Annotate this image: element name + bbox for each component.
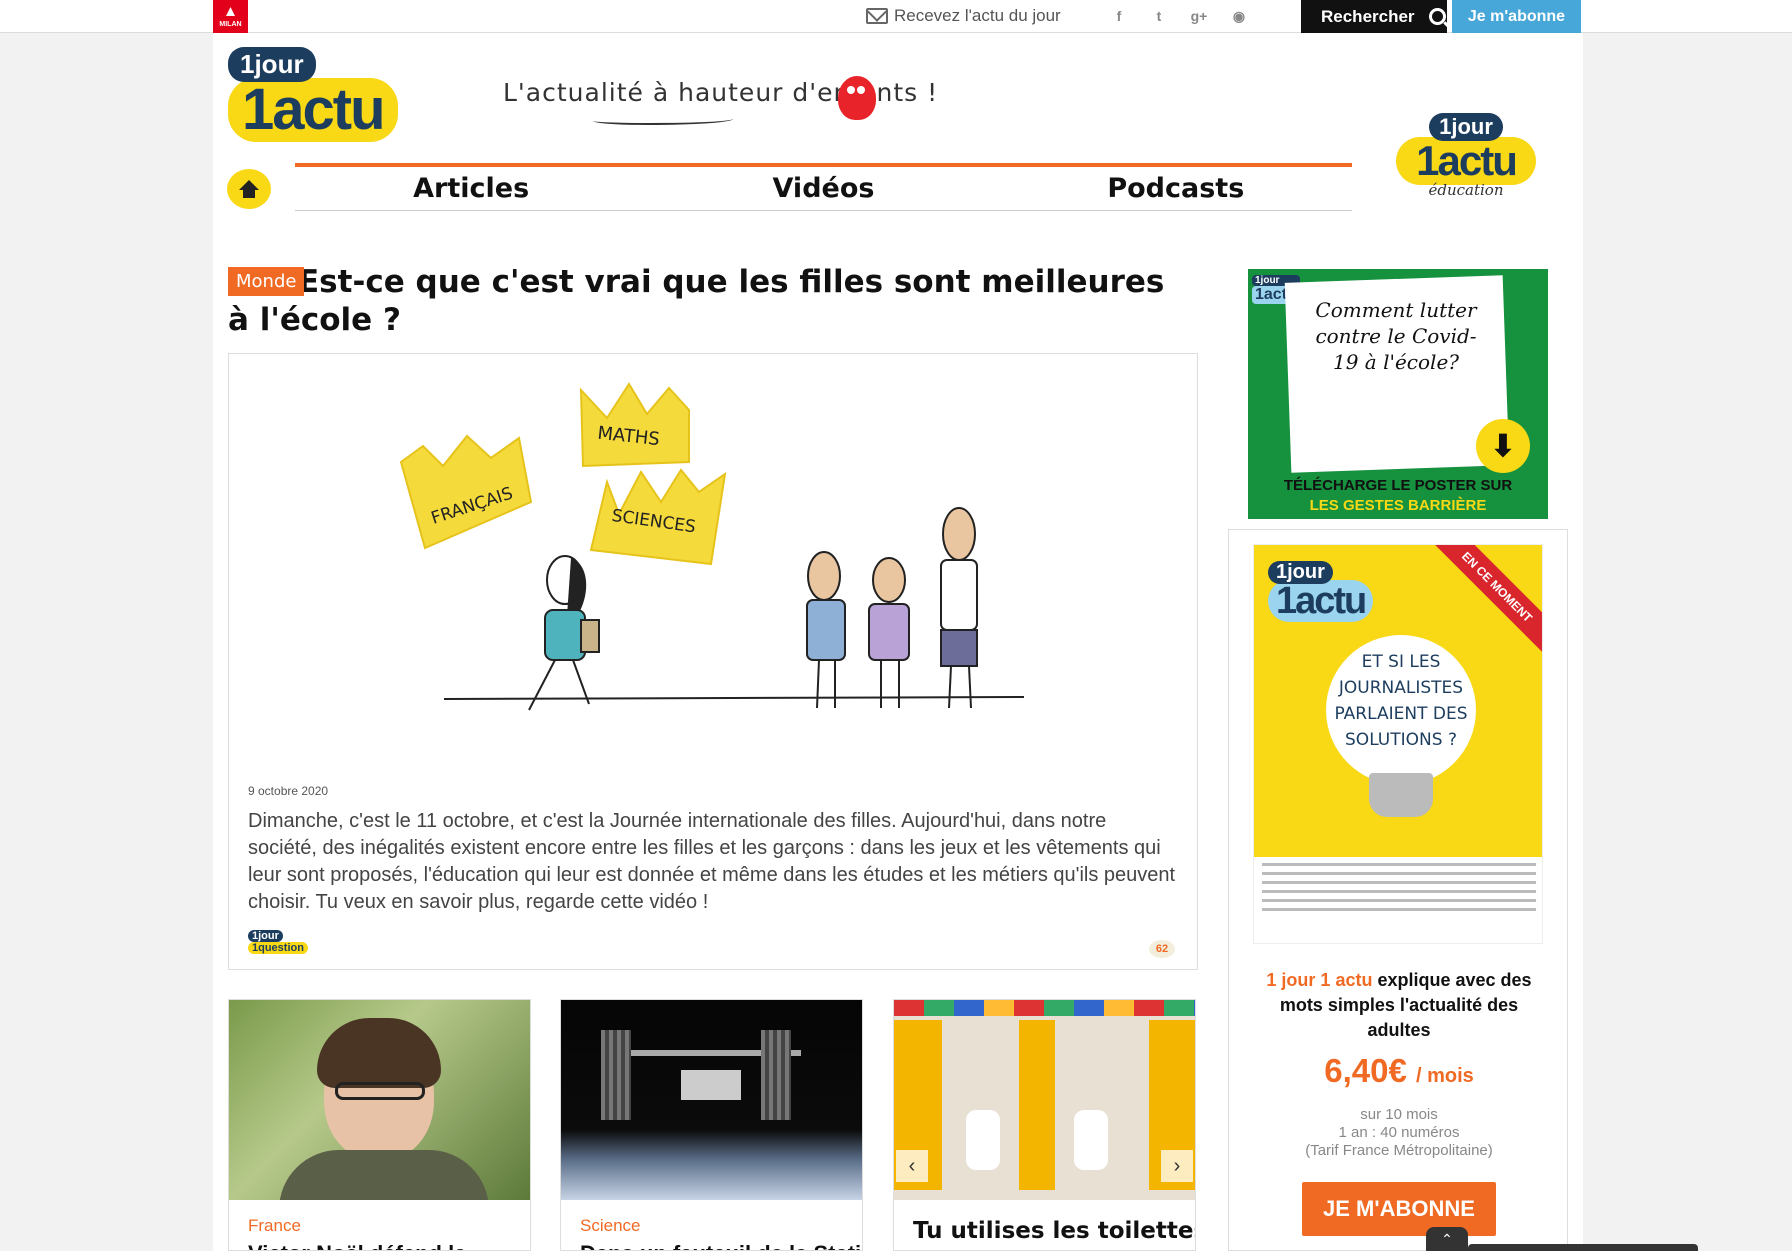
education-logo[interactable]: 1jour 1actu éducation <box>1396 113 1536 199</box>
nav-articles[interactable]: Articles <box>295 167 647 210</box>
category-tag[interactable]: Monde <box>228 267 305 296</box>
rss-icon[interactable]: ◉ <box>1230 6 1248 26</box>
featured-article-card[interactable]: FRANÇAIS MATHS SCIENCES 9 octobre 2020 D… <box>228 353 1198 970</box>
comment-count[interactable]: 62 <box>1149 940 1175 958</box>
milan-logo[interactable]: MILAN <box>213 0 248 33</box>
tagline-underline <box>593 115 733 125</box>
crown-sciences: SCIENCES <box>589 468 727 566</box>
main-container: 1jour 1actu L'actualité à hauteur d'enfa… <box>213 33 1583 1251</box>
home-icon <box>239 180 259 198</box>
cover-logo-1actu: 1actu <box>1268 580 1374 622</box>
price-value: 6,40€ <box>1324 1052 1407 1089</box>
social-links: f t g+ ◉ <box>1110 6 1248 26</box>
price-note-line2: 1 an : 40 numéros <box>1338 1124 1460 1141</box>
thumbnail-title-2[interactable]: Dans un fauteuil de la Station <box>580 1241 862 1250</box>
en-ce-moment-ribbon: EN CE MOMENT <box>1426 545 1542 658</box>
cover-small-text <box>1254 857 1542 943</box>
search-label: Rechercher <box>1321 6 1415 26</box>
price: 6,40€ / mois <box>1229 1052 1569 1090</box>
thumbnail-card-2[interactable]: Science Dans un fauteuil de la Station <box>560 999 863 1251</box>
lightbulb-base <box>1369 773 1433 817</box>
thumbnail-image-3: ‹ › <box>894 1000 1195 1200</box>
poster-text: Comment lutter contre le Covid-19 à l'éc… <box>1315 298 1477 374</box>
thumbnail-card-1[interactable]: France Victor Noël défend la <box>228 999 531 1251</box>
thumbnail-category-1[interactable]: France <box>248 1216 301 1236</box>
scroll-top-icon[interactable]: ⌃ <box>1426 1227 1468 1251</box>
poster-cta-line1: TÉLÉCHARGE LE POSTER SUR <box>1283 477 1513 494</box>
facebook-icon[interactable]: f <box>1110 6 1128 26</box>
carousel-prev-icon[interactable]: ‹ <box>896 1150 928 1182</box>
thumbnail-category-2[interactable]: Science <box>580 1216 640 1236</box>
site-logo[interactable]: 1jour 1actu <box>228 47 398 142</box>
carousel-next-icon[interactable]: › <box>1161 1150 1193 1182</box>
article-title[interactable]: Est-ce que c'est vrai que les filles son… <box>228 263 1188 339</box>
cover-headline: ET SI LES JOURNALISTES PARLAIENT DES SOL… <box>1334 652 1468 750</box>
nav-videos[interactable]: Vidéos <box>647 167 999 210</box>
thumbnail-title-1[interactable]: Victor Noël défend la <box>248 1241 466 1250</box>
mascot-icon <box>838 76 876 120</box>
covid-poster-ad[interactable]: 1jour 1actu Comment lutter contre le Cov… <box>1248 269 1548 519</box>
main-nav: Articles Vidéos Podcasts <box>295 163 1352 211</box>
bottom-bar <box>1468 1244 1698 1251</box>
thumbnail-image-2 <box>561 1000 862 1200</box>
search-icon <box>1428 8 1446 25</box>
subscribe-button-top[interactable]: Je m'abonne <box>1452 0 1581 33</box>
crown-maths: MATHS <box>579 382 690 468</box>
nav-podcasts[interactable]: Podcasts <box>1000 167 1352 210</box>
1jour-1question-badge: 1jour 1question <box>248 930 308 954</box>
girl-figure <box>528 555 600 711</box>
badge-line2: 1question <box>248 942 308 954</box>
price-note-line3: (Tarif France Métropolitaine) <box>1305 1142 1493 1159</box>
thumbnail-title-3[interactable]: Tu utilises les toilettes <box>913 1218 1195 1244</box>
magazine-cover[interactable]: 1jour 1actu EN CE MOMENT ET SI LES JOURN… <box>1253 544 1543 944</box>
thumbnail-card-3[interactable]: ‹ › Tu utilises les toilettes <box>893 999 1196 1251</box>
cover-logo: 1jour 1actu <box>1268 561 1374 622</box>
home-button[interactable] <box>227 169 271 209</box>
search-button[interactable]: Rechercher <box>1301 0 1447 33</box>
magazine-subscription-box: 1jour 1actu EN CE MOMENT ET SI LES JOURN… <box>1228 529 1568 1251</box>
edu-logo-1actu: 1actu <box>1396 137 1536 185</box>
twitter-icon[interactable]: t <box>1150 6 1168 26</box>
envelope-icon <box>866 8 888 24</box>
boys-group <box>806 507 978 709</box>
google-plus-icon[interactable]: g+ <box>1190 6 1208 26</box>
article-description: Dimanche, c'est le 11 octobre, et c'est … <box>248 810 1176 913</box>
magazine-description: 1 jour 1 actu explique avec des mots sim… <box>1249 968 1549 1043</box>
logo-1actu: 1actu <box>228 78 398 142</box>
newsletter-label: Recevez l'actu du jour <box>894 6 1061 25</box>
thumbnail-image-1 <box>229 1000 530 1200</box>
download-icon[interactable]: ⬇ <box>1476 419 1530 473</box>
magazine-brand: 1 jour 1 actu <box>1266 970 1373 990</box>
price-note: sur 10 mois 1 an : 40 numéros (Tarif Fra… <box>1229 1106 1569 1160</box>
article-date: 9 octobre 2020 <box>248 784 329 798</box>
newsletter-link[interactable]: Recevez l'actu du jour <box>866 4 1061 28</box>
subscribe-button[interactable]: JE M'ABONNE <box>1302 1182 1496 1236</box>
top-bar: MILAN Recevez l'actu du jour f t g+ ◉ Re… <box>0 0 1792 33</box>
article-illustration: FRANÇAIS MATHS SCIENCES <box>399 382 1025 711</box>
price-note-line1: sur 10 mois <box>1360 1106 1438 1123</box>
poster-cta-line2: LES GESTES BARRIÈRE <box>1309 497 1487 514</box>
crown-francais: FRANÇAIS <box>399 434 533 550</box>
price-unit: / mois <box>1415 1065 1474 1087</box>
badge-line1: 1jour <box>248 930 283 942</box>
